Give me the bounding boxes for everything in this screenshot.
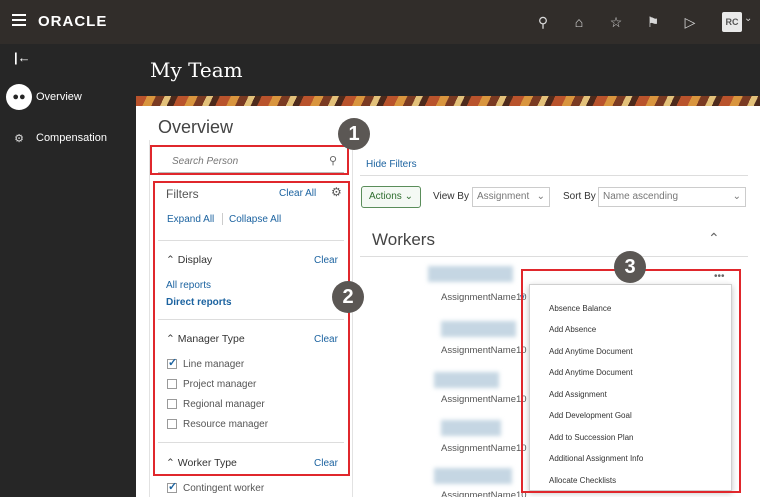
chevron-up-icon[interactable]: ⌃ xyxy=(708,230,720,247)
assignment-name: AssignmentName10 xyxy=(441,292,527,303)
overview-heading: Overview xyxy=(158,117,234,137)
callout-badge-1: 1 xyxy=(338,118,370,150)
home-icon[interactable]: ⌂ xyxy=(569,12,589,32)
divider xyxy=(360,256,748,257)
avatar[interactable]: RC xyxy=(722,12,742,32)
decorative-banner xyxy=(136,96,760,106)
worker-name-redacted[interactable] xyxy=(428,266,513,282)
view-by-select[interactable]: Assignment ⌄ xyxy=(472,187,550,207)
workers-heading: Workers xyxy=(372,230,435,249)
chevron-down-icon: ⌄ xyxy=(732,191,741,202)
flag-icon[interactable]: ⚑ xyxy=(643,12,663,32)
star-icon[interactable]: ☆ xyxy=(606,12,626,32)
play-icon[interactable]: ▷ xyxy=(680,12,700,32)
sidebar-item-compensation[interactable]: ⚙ Compensation xyxy=(6,125,107,151)
view-by-label: View By xyxy=(433,191,469,202)
divider xyxy=(360,175,748,176)
hide-filters-link[interactable]: Hide Filters xyxy=(366,159,417,170)
menu-icon[interactable] xyxy=(12,14,26,26)
page-title: My Team xyxy=(150,58,243,82)
team-icon: ●● xyxy=(6,84,32,110)
worker-name-redacted[interactable] xyxy=(434,372,499,388)
sidebar-item-label: Compensation xyxy=(36,132,107,144)
worker-name-redacted[interactable] xyxy=(441,321,516,337)
assignment-name: AssignmentName10 xyxy=(441,443,527,454)
callout-box-2 xyxy=(153,181,350,476)
checkbox-checked[interactable] xyxy=(167,480,177,494)
sort-by-label: Sort By xyxy=(563,191,596,202)
actions-label: Actions xyxy=(369,191,402,202)
actions-button[interactable]: Actions ⌄ xyxy=(361,186,421,208)
sort-by-value: Name ascending xyxy=(603,191,679,202)
panel-divider xyxy=(149,140,150,497)
compensation-icon: ⚙ xyxy=(14,132,24,145)
worker-name-redacted[interactable] xyxy=(441,420,501,436)
callout-box-3 xyxy=(521,269,741,493)
assignment-name: AssignmentName10 xyxy=(441,394,527,405)
assignment-name: AssignmentName10 xyxy=(441,345,527,356)
checkbox-contingent-worker[interactable]: Contingent worker xyxy=(167,480,265,494)
sidebar-item-overview[interactable]: ●● Overview xyxy=(6,84,82,110)
callout-box-1 xyxy=(150,145,349,175)
sidebar xyxy=(0,44,136,497)
chevron-down-icon[interactable]: ⌄ xyxy=(744,13,752,24)
collapse-sidebar-icon[interactable]: |← xyxy=(14,50,31,65)
worker-name-redacted[interactable] xyxy=(434,468,512,484)
callout-badge-2: 2 xyxy=(332,281,364,313)
sidebar-item-label: Overview xyxy=(36,91,82,103)
chevron-down-icon: ⌄ xyxy=(536,191,545,202)
sort-by-select[interactable]: Name ascending ⌄ xyxy=(598,187,746,207)
search-icon[interactable]: ⚲ xyxy=(533,12,553,32)
callout-badge-3: 3 xyxy=(614,251,646,283)
oracle-logo[interactable]: ORACLE xyxy=(38,13,107,30)
panel-divider xyxy=(352,140,353,497)
assignment-name: AssignmentName10 xyxy=(441,490,527,497)
view-by-value: Assignment xyxy=(477,191,530,202)
checkbox-label: Contingent worker xyxy=(183,483,265,494)
